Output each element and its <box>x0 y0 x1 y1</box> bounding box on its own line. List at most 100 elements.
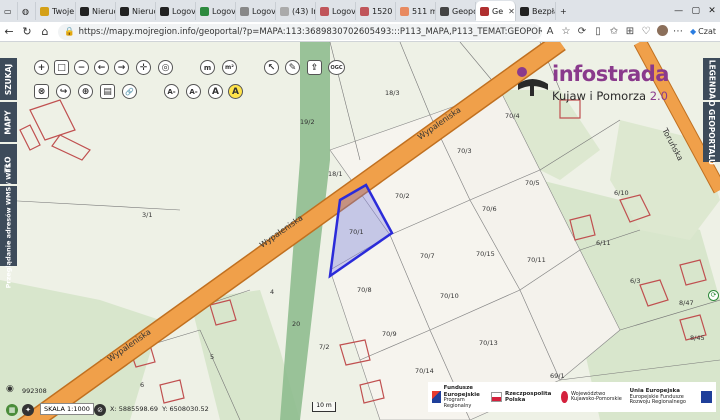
coords-system-icon[interactable]: ⊘ <box>94 404 106 416</box>
parcel-label: 70/15 <box>476 250 495 258</box>
parcel-label: 7/2 <box>319 343 329 351</box>
favorite-star-icon[interactable]: ☆ <box>558 26 574 37</box>
export-button[interactable]: ⇪ <box>307 60 322 75</box>
zoom-in-button[interactable]: + <box>34 60 49 75</box>
browser-tab[interactable]: (43) In <box>276 2 316 20</box>
favorites-icon[interactable]: ✩ <box>606 26 622 37</box>
more-icon[interactable]: ⋯ <box>670 26 686 37</box>
parcel-label: 69/1 <box>550 372 565 380</box>
tab-label: Nieruc <box>132 6 156 16</box>
select-pointer-button[interactable]: ↖ <box>264 60 279 75</box>
parcel-label: 70/10 <box>440 292 459 300</box>
parcel-label: 6/11 <box>596 239 611 247</box>
tab-label: Logov <box>252 6 276 16</box>
home-icon[interactable]: ⌂ <box>36 25 54 38</box>
extensions-icon[interactable]: ♡ <box>638 26 654 37</box>
browser-tab[interactable]: Logov <box>156 2 196 20</box>
tab-favicon-icon <box>240 6 249 16</box>
browser-tab[interactable]: 511 m <box>396 2 436 20</box>
side-tab-szukaj[interactable]: SZUKAJ <box>0 58 17 100</box>
refresh-icon[interactable]: ⟳ <box>574 26 590 37</box>
side-tab-mapy[interactable]: MAPY <box>0 102 17 142</box>
pl-logo: Rzeczpospolita Polska <box>491 391 554 404</box>
refresh-layer-icon[interactable]: ⟳ <box>708 290 719 301</box>
parcel-label: 70/11 <box>527 256 546 264</box>
full-extent-button[interactable]: ✛ <box>136 60 151 75</box>
font-smaller-button[interactable]: A- <box>164 84 179 99</box>
browser-tab[interactable]: Logov <box>316 2 356 20</box>
high-contrast-button[interactable]: A <box>228 84 243 99</box>
compass-icon[interactable]: ✦ <box>22 404 34 416</box>
close-icon[interactable]: ✕ <box>708 6 716 16</box>
browser-tab[interactable]: Bezpła <box>516 2 556 20</box>
new-tab-button[interactable]: + <box>556 2 574 20</box>
parcel-label: 70/13 <box>479 339 498 347</box>
share-button[interactable]: ↪ <box>56 84 71 99</box>
maximize-icon[interactable]: ▢ <box>691 6 700 16</box>
avatar[interactable] <box>654 24 670 39</box>
split-icon[interactable]: ▯ <box>590 26 606 37</box>
side-tab-adresy[interactable]: Przeglądanie adresów WMS / WFS <box>0 164 17 288</box>
browser-tab[interactable]: Nieruc <box>76 2 116 20</box>
url-text: https://mapy.mojregion.info/geoportal/?p… <box>78 26 542 37</box>
clear-button[interactable]: ⊗ <box>34 84 49 99</box>
infostrada-logo: infostrada Kujaw i Pomorza 2.0 <box>514 62 684 106</box>
tab-label: 511 m <box>412 6 436 16</box>
parcel-label: 6 <box>140 381 144 389</box>
browser-tab[interactable]: Ge ✕ <box>476 1 516 21</box>
chat-button[interactable]: ◆ Czat <box>686 27 720 36</box>
identify-button[interactable]: ⊕ <box>78 84 93 99</box>
zoom-out-button[interactable]: − <box>74 60 89 75</box>
browser-tab[interactable]: Twoje <box>36 2 76 20</box>
fe-logo: Fundusze Europejskie Program Regionalny <box>432 385 485 409</box>
font-normal-button[interactable]: A <box>208 84 223 99</box>
side-tab-legenda[interactable]: LEGENDA <box>703 58 720 100</box>
measure-length-button[interactable]: m <box>200 60 215 75</box>
draw-button[interactable]: ✎ <box>285 60 300 75</box>
read-aloud-icon[interactable]: A <box>542 26 558 37</box>
scale-selector[interactable]: SKALA 1:1000 <box>40 403 94 415</box>
url-field[interactable]: 🔒 https://mapy.mojregion.info/geoportal/… <box>58 23 542 40</box>
parcel-label: 70/6 <box>482 205 497 213</box>
funding-logos: Fundusze Europejskie Program Regionalny R… <box>428 382 716 412</box>
ogc-button[interactable]: OGC <box>328 60 345 75</box>
browser-tab[interactable]: Geopo <box>436 2 476 20</box>
measure-area-button[interactable]: m² <box>222 60 237 75</box>
minimize-icon[interactable]: — <box>674 6 683 16</box>
eu-flag-icon <box>701 391 712 403</box>
eye-icon[interactable]: ◉ <box>6 384 14 394</box>
collections-icon[interactable]: ⊞ <box>622 26 638 37</box>
tab-label: Bezpła <box>532 6 555 16</box>
tab-favicon-icon <box>280 6 289 16</box>
back-icon[interactable]: ← <box>0 25 18 38</box>
tab-actions-icon[interactable]: ▭ <box>0 2 18 20</box>
zoom-box-button[interactable]: □ <box>54 60 69 75</box>
browser-tab[interactable]: 1520 <box>356 2 396 20</box>
cursor-coordinates: X: 5885598.69 Y: 6508030.52 <box>110 405 209 413</box>
reload-icon[interactable]: ↻ <box>18 25 36 38</box>
font-small-button[interactable]: A- <box>186 84 201 99</box>
browser-tab[interactable]: Nieruc <box>116 2 156 20</box>
logo-title: infostrada <box>552 62 669 86</box>
next-extent-button[interactable]: → <box>114 60 129 75</box>
print-button[interactable]: ▤ <box>100 84 115 99</box>
locate-button[interactable]: ◎ <box>158 60 173 75</box>
prev-extent-button[interactable]: ← <box>94 60 109 75</box>
tab-close-icon[interactable]: ✕ <box>508 7 515 16</box>
parcel-label: 19/2 <box>300 118 315 126</box>
side-tab-o-geoportalu[interactable]: O GEOPORTALU <box>703 100 720 164</box>
tab-list: Twoje Nieruc Nieruc Logov Logov Logov (43) In L… <box>36 1 556 21</box>
parcel-label: 70/8 <box>357 286 372 294</box>
globe-icon[interactable]: ◍ <box>18 2 36 20</box>
link-button[interactable]: 🔗 <box>122 84 137 99</box>
layers-icon[interactable]: ▦ <box>6 404 18 416</box>
window-controls: — ▢ ✕ <box>670 6 720 16</box>
tab-favicon-icon <box>440 6 449 16</box>
tab-favicon-icon <box>80 6 89 16</box>
browser-tab[interactable]: Logov <box>236 2 276 20</box>
parcel-label: 5 <box>210 353 214 361</box>
browser-tab[interactable]: Logov <box>196 2 236 20</box>
parcel-label: 18/3 <box>385 89 400 97</box>
tab-label: Logov <box>172 6 196 16</box>
kp-emblem-icon <box>560 391 569 403</box>
